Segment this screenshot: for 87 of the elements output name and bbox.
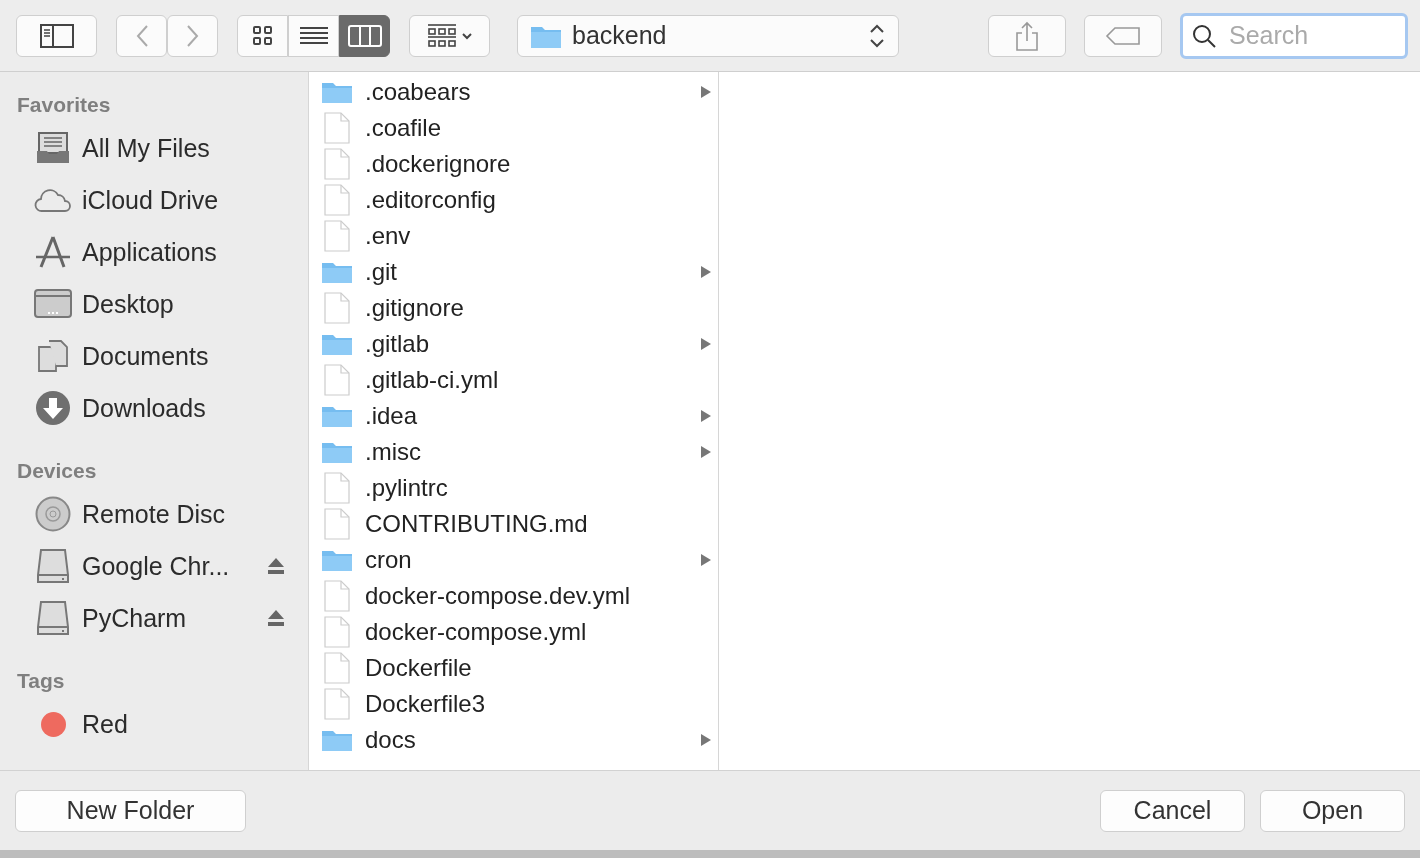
sidebar-heading: Tags — [16, 668, 66, 694]
view-mode-button[interactable] — [339, 14, 390, 57]
folder-icon — [321, 404, 353, 428]
folder-icon — [321, 548, 353, 572]
path-dropdown[interactable]: backend — [517, 14, 899, 57]
documents-icon — [36, 339, 70, 373]
file-row[interactable]: Dockerfile — [309, 650, 718, 686]
open-button[interactable]: Open — [1260, 789, 1405, 832]
expand-arrow-icon — [700, 85, 712, 99]
file-row[interactable]: .gitlab — [309, 326, 718, 362]
file-icon — [324, 472, 350, 504]
file-icon — [324, 652, 350, 684]
folder-icon — [321, 728, 353, 752]
tag-icon — [1105, 25, 1141, 46]
sidebar-toggle-button[interactable] — [16, 14, 97, 57]
eject-icon[interactable] — [267, 556, 285, 576]
folder-icon — [321, 80, 353, 104]
sidebar-item[interactable]: Red — [0, 698, 308, 750]
file-row[interactable]: docker-compose.yml — [309, 614, 718, 650]
file-row[interactable]: Dockerfile3 — [309, 686, 718, 722]
file-row[interactable]: .coafile — [309, 110, 718, 146]
file-icon — [324, 508, 350, 540]
file-row[interactable]: cron — [309, 542, 718, 578]
back-icon — [134, 23, 149, 48]
drive-icon — [37, 548, 69, 584]
sidebar-item[interactable]: Downloads — [0, 382, 308, 434]
file-row[interactable]: .misc — [309, 434, 718, 470]
sidebar-item[interactable]: PyCharm — [0, 592, 308, 644]
folder-icon — [321, 260, 353, 284]
file-icon — [324, 184, 350, 216]
file-row[interactable]: .coabears — [309, 74, 718, 110]
sidebar-item[interactable]: iCloud Drive — [0, 174, 308, 226]
icon-view-icon — [251, 24, 274, 47]
search-icon — [1191, 22, 1217, 49]
file-row[interactable]: .idea — [309, 398, 718, 434]
arrange-button[interactable] — [409, 14, 490, 57]
sidebar-item[interactable]: Desktop — [0, 278, 308, 330]
file-icon — [324, 112, 350, 144]
desktop-icon — [34, 289, 72, 319]
file-row[interactable]: .env — [309, 218, 718, 254]
file-row[interactable]: .pylintrc — [309, 470, 718, 506]
file-row[interactable]: docker-compose.dev.yml — [309, 578, 718, 614]
sidebar-item[interactable]: Google Chr... — [0, 540, 308, 592]
sidebar-heading: Devices — [16, 458, 98, 484]
cloud-icon — [34, 187, 72, 213]
file-icon — [324, 580, 350, 612]
sidebar-item[interactable]: Remote Disc — [0, 488, 308, 540]
forward-icon — [185, 23, 200, 48]
file-icon — [324, 616, 350, 648]
expand-arrow-icon — [700, 733, 712, 747]
sidebar-icon — [39, 23, 74, 48]
file-row[interactable]: .git — [309, 254, 718, 290]
list-view-icon — [298, 25, 329, 46]
file-row[interactable]: .editorconfig — [309, 182, 718, 218]
file-row[interactable]: .gitignore — [309, 290, 718, 326]
arrange-icon — [426, 22, 473, 49]
file-row[interactable]: CONTRIBUTING.md — [309, 506, 718, 542]
file-row[interactable]: .dockerignore — [309, 146, 718, 182]
files-icon — [35, 131, 71, 165]
sidebar-heading: Favorites — [16, 92, 112, 118]
expand-arrow-icon — [700, 337, 712, 351]
sidebar-item[interactable]: Documents — [0, 330, 308, 382]
disc-icon — [35, 496, 71, 532]
expand-arrow-icon — [700, 445, 712, 459]
eject-icon[interactable] — [267, 608, 285, 628]
cancel-button[interactable]: Cancel — [1100, 789, 1245, 832]
file-icon — [324, 292, 350, 324]
share-icon — [1014, 20, 1040, 51]
expand-arrow-icon — [700, 265, 712, 279]
expand-arrow-icon — [700, 409, 712, 423]
file-icon — [324, 364, 350, 396]
sidebar-item[interactable]: All My Files — [0, 122, 308, 174]
file-row[interactable]: .gitlab-ci.yml — [309, 362, 718, 398]
expand-arrow-icon — [700, 553, 712, 567]
search-field[interactable]: Search — [1180, 12, 1408, 59]
file-icon — [324, 148, 350, 180]
new-folder-button[interactable]: New Folder — [15, 789, 246, 832]
applications-icon — [34, 235, 72, 269]
file-icon — [324, 688, 350, 720]
download-icon — [35, 390, 71, 426]
file-row[interactable]: docs — [309, 722, 718, 758]
sidebar-item[interactable]: Applications — [0, 226, 308, 278]
file-icon — [324, 220, 350, 252]
folder-icon — [321, 440, 353, 464]
folder-icon — [321, 332, 353, 356]
column-view-icon — [347, 24, 382, 47]
drive-icon — [37, 600, 69, 636]
